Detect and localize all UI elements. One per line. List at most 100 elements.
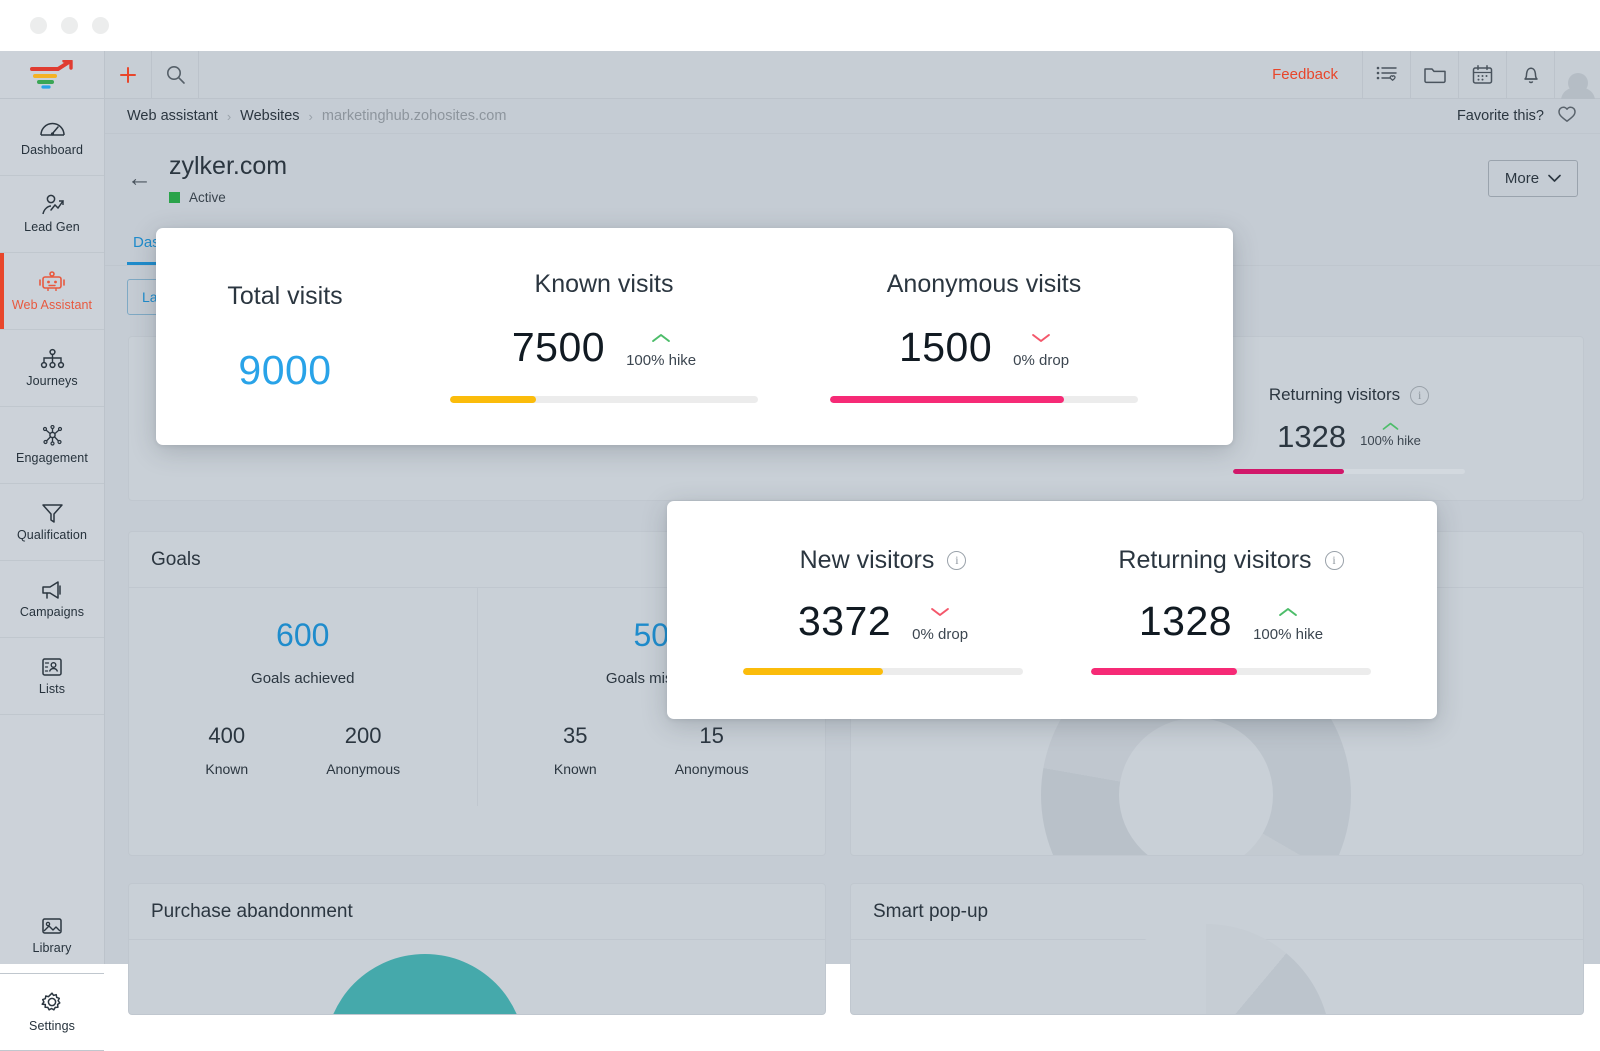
anonymous-visits-column: Anonymous visits 1500 0% drop	[794, 270, 1174, 403]
returning-visitors-value: 1328	[1277, 419, 1346, 455]
returning-visitors-delta-text: 100% hike	[1360, 433, 1421, 448]
returning-visitors-label: Returning visitors	[1269, 385, 1400, 405]
search-icon	[165, 64, 186, 85]
favorite-this-button[interactable]: Favorite this?	[1457, 104, 1600, 129]
browser-chrome	[0, 0, 1600, 51]
sidebar-item-qualification[interactable]: Qualification	[0, 484, 104, 561]
goals-missed-known-label: Known	[554, 761, 597, 777]
new-visitors-value: 3372	[798, 601, 891, 642]
gear-icon	[39, 991, 65, 1015]
feedback-button[interactable]: Feedback	[1248, 51, 1363, 99]
more-button[interactable]: More	[1488, 160, 1578, 197]
returning-visitors-label: Returning visitors	[1118, 546, 1311, 575]
app-logo[interactable]	[0, 51, 104, 99]
search-button[interactable]	[152, 51, 199, 99]
sidebar-item-lead-gen[interactable]: Lead Gen	[0, 176, 104, 253]
returning-visitors-progress	[1091, 668, 1371, 675]
window-close-dot[interactable]	[30, 17, 47, 34]
caret-up-icon	[652, 331, 671, 346]
plus-icon	[118, 65, 138, 85]
known-visits-progress	[450, 396, 758, 403]
info-icon[interactable]: i	[1410, 386, 1429, 405]
known-visits-value: 7500	[512, 327, 605, 368]
back-arrow-icon[interactable]: ←	[127, 166, 167, 191]
total-visits-value-row: 9000	[238, 350, 331, 391]
sidebar-item-journeys[interactable]: Journeys	[0, 330, 104, 407]
returning-visitors-column: Returning visitors i 1328 100% hike	[1057, 546, 1405, 675]
visits-popover: Total visits 9000 Known visits 7500 100%…	[156, 228, 1233, 445]
sidebar-item-campaigns[interactable]: Campaigns	[0, 561, 104, 638]
new-visitors-value-row: 3372 0% drop	[798, 601, 968, 642]
speedometer-icon	[39, 117, 66, 139]
more-label: More	[1505, 170, 1539, 187]
sidebar-spacer	[0, 715, 104, 897]
new-visitors-column: New visitors i 3372 0% drop	[709, 546, 1057, 675]
calendar-icon[interactable]	[1459, 51, 1507, 99]
returning-visitors-delta-text: 100% hike	[1253, 626, 1323, 643]
events-donut-hole	[1119, 718, 1273, 856]
sidebar: Dashboard Lead Gen Web Assistant Journey…	[0, 51, 105, 964]
bell-icon[interactable]	[1507, 51, 1555, 99]
known-visits-value-row: 7500 100% hike	[512, 327, 696, 368]
anonymous-visits-progress	[830, 396, 1138, 403]
breadcrumb-item-web-assistant[interactable]: Web assistant	[127, 108, 218, 124]
sidebar-item-library[interactable]: Library	[0, 897, 104, 974]
goals-achieved-column: 600 Goals achieved 400 Known 200 Anonymo…	[129, 588, 477, 806]
info-icon[interactable]: i	[947, 551, 966, 570]
info-icon[interactable]: i	[1325, 551, 1344, 570]
known-visits-delta: 100% hike	[626, 353, 696, 368]
sidebar-item-label: Dashboard	[21, 143, 83, 157]
sidebar-item-engagement[interactable]: Engagement	[0, 407, 104, 484]
total-visits-value: 9000	[238, 350, 331, 391]
window-maximize-dot[interactable]	[92, 17, 109, 34]
goals-missed-known-value: 35	[554, 723, 597, 749]
tasks-heart-icon[interactable]	[1363, 51, 1411, 99]
breadcrumb-item-current: marketinghub.zohosites.com	[322, 108, 507, 124]
caret-down-icon	[1032, 331, 1051, 346]
known-visits-title: Known visits	[535, 270, 674, 299]
anonymous-visits-value: 1500	[899, 327, 992, 368]
funnel-icon	[39, 502, 66, 524]
anonymous-visits-value-row: 1500 0% drop	[899, 327, 1069, 368]
goals-missed-value: 50	[633, 617, 669, 654]
returning-visitors-progress	[1233, 469, 1465, 474]
app-root: Dashboard Lead Gen Web Assistant Journey…	[0, 51, 1600, 964]
returning-visitors-progress-fill	[1091, 668, 1237, 675]
sidebar-item-web-assistant[interactable]: Web Assistant	[0, 253, 104, 330]
marketinghub-logo-icon	[28, 60, 76, 90]
page-header: ← zylker.com Active More	[105, 135, 1600, 221]
sidebar-item-settings[interactable]: Settings	[0, 974, 104, 1051]
returning-visitors-progress-fill	[1233, 469, 1344, 474]
status-dot-icon	[169, 192, 180, 203]
sidebar-item-label: Settings	[29, 1019, 75, 1033]
returning-visitors-title-row: Returning visitors i	[1118, 546, 1343, 575]
favorite-label: Favorite this?	[1457, 108, 1544, 124]
sidebar-item-lists[interactable]: Lists	[0, 638, 104, 715]
returning-visitors-delta: 100% hike	[1253, 627, 1323, 642]
sidebar-item-label: Campaigns	[20, 605, 84, 619]
new-visitors-title-row: New visitors i	[800, 546, 967, 575]
top-bar-right: Feedback	[1248, 51, 1600, 99]
avatar[interactable]	[1555, 51, 1600, 99]
caret-up-icon	[1382, 422, 1399, 431]
goals-achieved-known-label: Known	[205, 761, 248, 777]
sidebar-item-label: Lead Gen	[24, 220, 80, 234]
goals-achieved-known: 400 Known	[205, 723, 248, 777]
sidebar-item-dashboard[interactable]: Dashboard	[0, 99, 104, 176]
anonymous-visits-progress-fill	[830, 396, 1064, 403]
lists-icon	[39, 656, 65, 678]
breadcrumb-separator: ›	[309, 109, 313, 124]
goals-achieved-known-value: 400	[205, 723, 248, 749]
goals-achieved-value: 600	[276, 617, 329, 654]
caret-down-icon	[931, 605, 950, 620]
sidebar-item-label: Library	[33, 941, 72, 955]
smart-popup-card: Smart pop-up	[850, 883, 1584, 1015]
window-minimize-dot[interactable]	[61, 17, 78, 34]
breadcrumb-item-websites[interactable]: Websites	[240, 108, 299, 124]
web-assistant-icon	[38, 270, 66, 294]
sidebar-item-label: Web Assistant	[12, 298, 92, 312]
status-badge: Active	[169, 190, 287, 205]
goals-achieved-anonymous-label: Anonymous	[326, 761, 400, 777]
folder-icon[interactable]	[1411, 51, 1459, 99]
add-button[interactable]	[105, 51, 152, 99]
